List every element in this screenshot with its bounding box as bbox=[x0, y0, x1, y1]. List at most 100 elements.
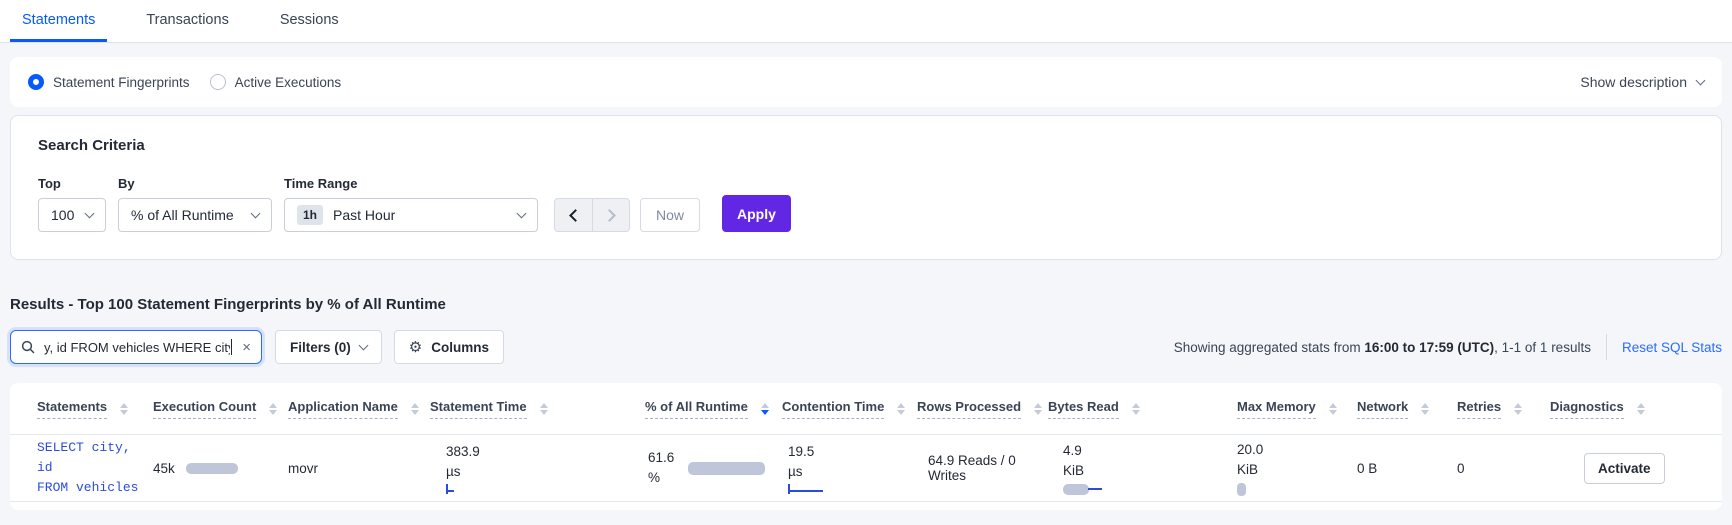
chevron-down-icon bbox=[84, 208, 95, 218]
sort-icon[interactable] bbox=[1421, 402, 1430, 415]
cell-contention-time: 19.5 µs bbox=[782, 442, 917, 495]
search-criteria-title: Search Criteria bbox=[38, 137, 145, 154]
cell-rows-processed: 64.9 Reads / 0 Writes bbox=[928, 453, 1016, 483]
col-header-application-name[interactable]: Application Name bbox=[288, 399, 430, 419]
sort-icon[interactable] bbox=[1636, 402, 1645, 415]
col-header-execution-count[interactable]: Execution Count bbox=[153, 399, 288, 419]
runtime-pct-bar bbox=[688, 461, 766, 475]
show-description-label: Show description bbox=[1580, 74, 1687, 90]
statement-time-bar bbox=[446, 484, 645, 495]
search-input-value: y, id FROM vehicles WHERE city = $1 bbox=[44, 339, 230, 355]
col-header-statement-time[interactable]: Statement Time bbox=[430, 399, 645, 419]
sort-icon-active[interactable] bbox=[760, 402, 769, 415]
by-select[interactable]: % of All Runtime bbox=[118, 198, 272, 232]
statement-search-input[interactable]: y, id FROM vehicles WHERE city = $1 × bbox=[10, 330, 262, 364]
cell-network: 0 B bbox=[1357, 460, 1378, 476]
table-row: SELECT city, id FROM vehicles 45k movr 3… bbox=[10, 435, 1722, 502]
bytes-read-bar bbox=[1063, 483, 1237, 495]
now-button[interactable]: Now bbox=[640, 198, 701, 232]
execution-count-bar bbox=[185, 462, 238, 474]
contention-time-bar bbox=[788, 484, 917, 495]
chevron-down-icon bbox=[516, 208, 527, 218]
columns-label: Columns bbox=[431, 339, 489, 355]
sort-icon[interactable] bbox=[269, 402, 278, 415]
sort-icon[interactable] bbox=[120, 402, 129, 415]
radio-unselected-icon bbox=[209, 74, 226, 90]
top-select[interactable]: 100 bbox=[38, 198, 106, 232]
by-label: By bbox=[118, 176, 135, 191]
sort-icon[interactable] bbox=[897, 402, 906, 415]
activate-diagnostics-button[interactable]: Activate bbox=[1584, 452, 1665, 484]
filters-label: Filters (0) bbox=[290, 339, 351, 355]
chevron-left-icon bbox=[568, 208, 582, 222]
text-cursor bbox=[230, 339, 233, 355]
vertical-divider bbox=[1605, 334, 1607, 360]
col-header-diagnostics[interactable]: Diagnostics bbox=[1550, 399, 1722, 419]
tab-transactions[interactable]: Transactions bbox=[134, 0, 240, 42]
table-header-row: Statements Execution Count Application N… bbox=[10, 383, 1722, 435]
cell-statement: SELECT city, id FROM vehicles bbox=[37, 438, 153, 498]
tab-statements[interactable]: Statements bbox=[10, 0, 108, 42]
time-pager-group bbox=[554, 198, 630, 232]
col-header-bytes-read[interactable]: Bytes Read bbox=[1048, 399, 1237, 419]
sort-icon[interactable] bbox=[1034, 402, 1043, 415]
results-toolbar: y, id FROM vehicles WHERE city = $1 × Fi… bbox=[10, 330, 1722, 364]
view-toggle-panel: Statement Fingerprints Active Executions… bbox=[10, 57, 1722, 107]
sort-icon[interactable] bbox=[539, 402, 548, 415]
radio-label: Statement Fingerprints bbox=[53, 74, 190, 90]
col-header-statements[interactable]: Statements bbox=[37, 399, 153, 419]
radio-active-executions[interactable]: Active Executions bbox=[209, 74, 342, 90]
radio-statement-fingerprints[interactable]: Statement Fingerprints bbox=[28, 74, 190, 90]
filters-button[interactable]: Filters (0) bbox=[275, 330, 382, 364]
columns-button[interactable]: ⚙ Columns bbox=[393, 330, 504, 364]
cell-application-name: movr bbox=[288, 460, 318, 476]
sort-icon[interactable] bbox=[410, 402, 419, 415]
reset-sql-stats-link[interactable]: Reset SQL Stats bbox=[1622, 340, 1722, 355]
time-range-select[interactable]: 1h Past Hour bbox=[284, 198, 538, 232]
cell-max-memory: 20.0 KiB bbox=[1237, 440, 1357, 496]
previous-time-button[interactable] bbox=[555, 199, 592, 231]
cell-retries: 0 bbox=[1457, 460, 1465, 476]
search-icon bbox=[21, 340, 35, 354]
statements-table: Statements Execution Count Application N… bbox=[10, 383, 1722, 510]
cell-bytes-read: 4.9 KiB bbox=[1048, 441, 1237, 495]
statement-link[interactable]: SELECT city, id FROM vehicles bbox=[37, 438, 153, 498]
sort-icon[interactable] bbox=[1514, 402, 1523, 415]
time-range-badge: 1h bbox=[297, 205, 324, 225]
chevron-down-icon bbox=[358, 340, 369, 350]
top-select-value: 100 bbox=[51, 207, 75, 223]
col-header-rows-processed[interactable]: Rows Processed bbox=[917, 399, 1048, 419]
col-header-runtime-pct[interactable]: % of All Runtime bbox=[645, 399, 782, 419]
sort-icon[interactable] bbox=[1131, 402, 1140, 415]
results-heading: Results - Top 100 Statement Fingerprints… bbox=[10, 296, 446, 313]
radio-label: Active Executions bbox=[234, 74, 342, 90]
clear-search-icon[interactable]: × bbox=[242, 340, 251, 355]
tab-sessions[interactable]: Sessions bbox=[268, 0, 351, 42]
stats-time-range: 16:00 to 17:59 (UTC) bbox=[1364, 339, 1495, 355]
apply-button[interactable]: Apply bbox=[722, 195, 791, 232]
search-criteria-panel: Search Criteria Top 100 By % of All Runt… bbox=[10, 115, 1722, 260]
cell-runtime-pct: 61.6 % bbox=[645, 448, 782, 487]
cell-statement-time: 383.9 µs bbox=[430, 442, 645, 495]
col-header-network[interactable]: Network bbox=[1357, 399, 1457, 419]
top-label: Top bbox=[38, 176, 61, 191]
gear-icon: ⚙ bbox=[408, 339, 423, 356]
col-header-max-memory[interactable]: Max Memory bbox=[1237, 399, 1357, 419]
top-tab-bar: Statements Transactions Sessions bbox=[0, 0, 1732, 43]
sort-icon[interactable] bbox=[1328, 402, 1337, 415]
max-memory-bar bbox=[1237, 482, 1246, 496]
chevron-right-icon bbox=[603, 208, 616, 222]
next-time-button[interactable] bbox=[592, 199, 629, 231]
time-range-value: Past Hour bbox=[333, 207, 396, 223]
cell-execution-count: 45k bbox=[153, 461, 288, 476]
by-select-value: % of All Runtime bbox=[131, 207, 234, 223]
col-header-contention-time[interactable]: Contention Time bbox=[782, 399, 917, 419]
aggregated-stats-text: Showing aggregated stats from 16:00 to 1… bbox=[1173, 339, 1591, 355]
show-description-toggle[interactable]: Show description bbox=[1580, 74, 1706, 90]
chevron-down-icon bbox=[250, 208, 261, 218]
cell-diagnostics: Activate bbox=[1550, 452, 1722, 484]
radio-selected-icon bbox=[28, 74, 44, 90]
time-range-label: Time Range bbox=[284, 176, 358, 191]
chevron-down-icon bbox=[1695, 75, 1706, 85]
col-header-retries[interactable]: Retries bbox=[1457, 399, 1550, 419]
